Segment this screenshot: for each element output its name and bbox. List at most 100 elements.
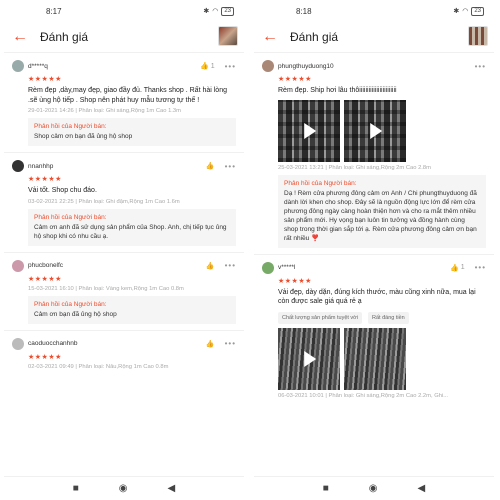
review-text: Vải tốt. Shop chu đáo. <box>28 187 97 194</box>
thumbs-up-icon: 👍 <box>199 63 209 70</box>
thumbs-up-icon: 👍 <box>205 340 215 348</box>
bluetooth-icon: ✱ <box>453 8 460 15</box>
page-title: Đánh giá <box>290 30 339 44</box>
page-header: ← Đánh giá <box>254 22 494 52</box>
system-nav-bar: ■ ◉ ◀ <box>254 476 494 500</box>
avatar[interactable] <box>12 60 24 72</box>
review-item: caoduocchanhnb 👍 ••• ★★★★★ 02-03-2021 09… <box>4 329 244 380</box>
recent-apps-icon[interactable]: ■ <box>323 483 329 494</box>
review-text: Vải đẹp, dày dặn, đúng kích thước, màu c… <box>278 288 476 306</box>
review-meta: 29-01-2021 14:26 | Phân loại: Ghi sáng,R… <box>28 108 181 114</box>
seller-reply-label: Phản hồi của Người bán: <box>34 300 107 308</box>
status-icons: ✱ ◠ 23 <box>203 6 234 16</box>
product-thumbnail[interactable] <box>218 26 238 46</box>
home-icon[interactable]: ◉ <box>369 483 378 494</box>
rating-stars: ★★★★★ <box>28 353 62 361</box>
review-item: phungthuyduong10 ••• ★★★★★ Rèm đẹp. Ship… <box>254 52 494 254</box>
review-video[interactable] <box>278 99 340 162</box>
seller-reply: Phản hồi của Người bán: Shop cảm ơn bạn … <box>28 118 236 146</box>
thumbs-up-icon: 👍 <box>205 163 215 170</box>
thumbs-up-icon: 👍 <box>205 262 215 270</box>
review-text: Rèm đẹp ,dày,may đẹp, giao đầy đủ. Thank… <box>28 87 227 104</box>
like-button[interactable]: 👍 <box>206 340 215 348</box>
play-icon <box>304 350 317 367</box>
rating-stars: ★★★★★ <box>28 176 62 183</box>
review-video[interactable] <box>344 99 406 162</box>
seller-reply-text: Cảm ơn anh đã sử dụng sản phẩm của Shop.… <box>34 223 227 240</box>
home-icon[interactable]: ◉ <box>119 483 128 494</box>
battery-icon: 23 <box>221 6 234 16</box>
like-button[interactable]: 👍 <box>206 162 215 170</box>
review-item: d*****q 👍 1 ••• ★★★★★ Rèm đẹp ,dày,may đẹ… <box>4 52 244 152</box>
rating-stars: ★★★★★ <box>28 275 62 283</box>
seller-reply-label: Phản hồi của Người bán: <box>34 213 107 221</box>
status-time: 8:18 <box>296 6 312 16</box>
page-title: Đánh giá <box>40 30 89 44</box>
seller-reply-text: Dạ ! Rèm cửa phương đông cảm ơn Anh / Ch… <box>284 189 477 242</box>
back-arrow-icon[interactable]: ← <box>262 28 284 46</box>
nav-back-icon[interactable]: ◀ <box>168 483 176 494</box>
review-item: phucbonelfc 👍 ••• ★★★★★ 15-03-2021 16:10… <box>4 251 244 330</box>
more-options-icon[interactable]: ••• <box>225 62 236 71</box>
review-meta: 06-03-2021 10:01 | Phân loại: Ghi sáng,R… <box>278 392 449 399</box>
battery-icon: 23 <box>471 6 484 16</box>
rating-stars: ★★★★★ <box>278 277 312 285</box>
wifi-icon: ◠ <box>462 8 469 15</box>
review-tag: Chất lượng sản phẩm tuyệt vời <box>278 311 363 324</box>
product-thumbnail[interactable] <box>468 26 488 46</box>
more-options-icon[interactable]: ••• <box>475 263 486 272</box>
rating-stars: ★★★★★ <box>28 76 62 83</box>
review-meta: 25-03-2021 13:21 | Phân loại: Ghi sáng,R… <box>278 164 431 171</box>
avatar[interactable] <box>12 160 24 172</box>
status-icons: ✱ ◠ 23 <box>453 6 484 16</box>
like-button[interactable]: 👍 1 <box>450 264 465 272</box>
seller-reply: Phản hồi của Người bán: Dạ ! Rèm cửa phư… <box>278 174 486 248</box>
review-image[interactable] <box>344 327 406 390</box>
seller-reply-text: Shop cảm ơn bạn đã ủng hộ shop <box>34 133 133 140</box>
play-icon <box>304 122 317 139</box>
more-options-icon[interactable]: ••• <box>225 261 236 270</box>
review-username: d*****q <box>28 62 48 70</box>
system-nav-bar: ■ ◉ ◀ <box>4 476 244 500</box>
like-button[interactable]: 👍 1 <box>199 62 215 71</box>
review-item: v*****l 👍 1 ••• ★★★★★ Vải đẹp, dày dặn, đ… <box>254 253 494 409</box>
page-header: ← Đánh giá <box>4 22 244 52</box>
nav-back-icon[interactable]: ◀ <box>418 483 426 494</box>
play-icon <box>370 122 383 139</box>
seller-reply: Phản hồi của Người bán: Cảm ơn anh đã sử… <box>28 208 236 246</box>
seller-reply-text: Cảm ơn bạn đã ủng hộ shop <box>34 310 117 318</box>
review-meta: 15-03-2021 16:10 | Phân loại: Vàng kem,R… <box>28 285 184 292</box>
avatar[interactable] <box>12 337 24 350</box>
more-options-icon[interactable]: ••• <box>225 339 236 348</box>
more-options-icon[interactable]: ••• <box>225 162 236 171</box>
review-tags: Chất lượng sản phẩm tuyệt vời Rất đáng t… <box>278 311 486 324</box>
avatar[interactable] <box>262 60 274 72</box>
rating-stars: ★★★★★ <box>278 76 312 83</box>
recent-apps-icon[interactable]: ■ <box>73 483 79 494</box>
review-tag: Rất đáng tiền <box>368 311 409 324</box>
review-meta: 02-03-2021 09:49 | Phân loại: Nâu,Rộng 1… <box>28 363 169 370</box>
avatar[interactable] <box>12 259 24 272</box>
review-username: caoduocchanhnb <box>28 340 78 347</box>
review-video[interactable] <box>278 327 340 390</box>
seller-reply: Phản hồi của Người bán: Cảm ơn bạn đã ủn… <box>28 295 236 324</box>
status-bar: 8:17 ✱ ◠ 23 <box>4 0 244 22</box>
like-count: 1 <box>210 62 215 70</box>
wifi-icon: ◠ <box>212 8 219 15</box>
review-meta: 03-02-2021 22:25 | Phân loại: Ghi đậm,Rộ… <box>28 198 180 205</box>
status-time: 8:17 <box>46 6 62 16</box>
review-username: phungthuyduong10 <box>278 62 334 70</box>
review-text: Rèm đẹp. Ship hơi lâu thôiiiiiiiiiiiiiii… <box>278 87 397 94</box>
back-arrow-icon[interactable]: ← <box>12 28 34 46</box>
phone-screen-right: 8:18 ✱ ◠ 23 ← Đánh giá phungthuyduong10 … <box>254 0 494 500</box>
phone-screen-left: 8:17 ✱ ◠ 23 ← Đánh giá d*****q 👍 1 ••• ★★… <box>4 0 244 500</box>
avatar[interactable] <box>262 261 274 274</box>
review-media <box>278 99 486 162</box>
review-username: phucbonelfc <box>28 262 64 269</box>
more-options-icon[interactable]: ••• <box>475 62 486 71</box>
status-bar: 8:18 ✱ ◠ 23 <box>254 0 494 22</box>
like-button[interactable]: 👍 <box>206 262 215 270</box>
review-media <box>278 327 486 390</box>
like-count: 1 <box>460 264 465 271</box>
seller-reply-label: Phản hồi của Người bán: <box>284 179 357 187</box>
